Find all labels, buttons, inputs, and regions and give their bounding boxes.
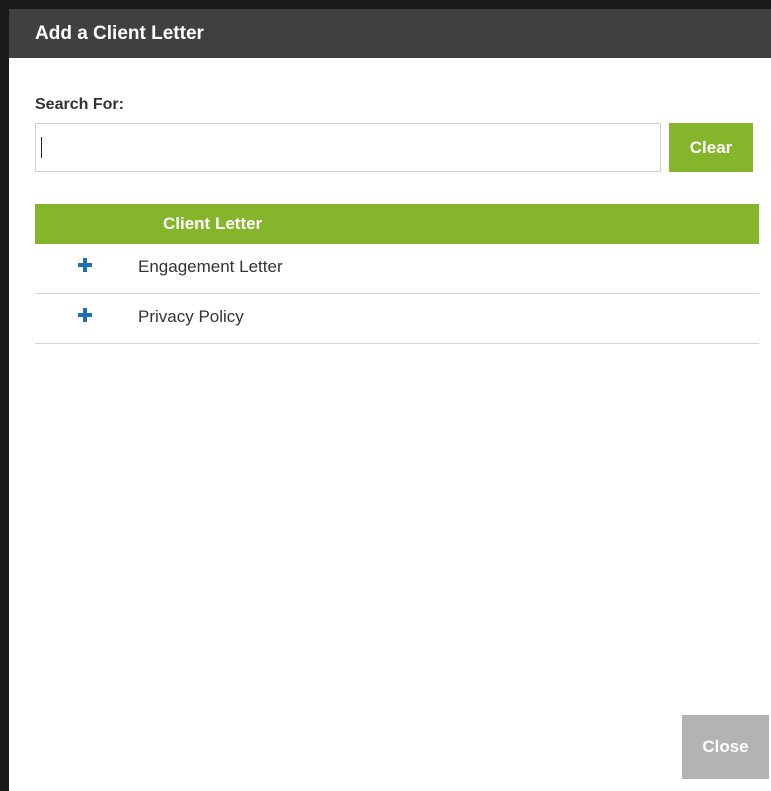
search-label: Search For: xyxy=(35,96,124,113)
table-header-client-letter: Client Letter xyxy=(35,204,759,244)
text-caret xyxy=(41,137,42,158)
plus-icon[interactable] xyxy=(78,258,92,272)
row-label: Engagement Letter xyxy=(138,257,283,276)
row-label: Privacy Policy xyxy=(138,307,244,326)
client-letter-table: Client Letter Engagement Letter Privacy … xyxy=(35,204,759,344)
clear-button[interactable]: Clear xyxy=(669,123,753,172)
table-row[interactable]: Privacy Policy xyxy=(35,294,759,344)
dialog-frame xyxy=(0,0,771,791)
plus-icon[interactable] xyxy=(78,308,92,322)
dialog-title: Add a Client Letter xyxy=(9,9,771,58)
close-button[interactable]: Close xyxy=(682,715,769,779)
search-input[interactable] xyxy=(35,123,661,172)
table-row[interactable]: Engagement Letter xyxy=(35,244,759,294)
